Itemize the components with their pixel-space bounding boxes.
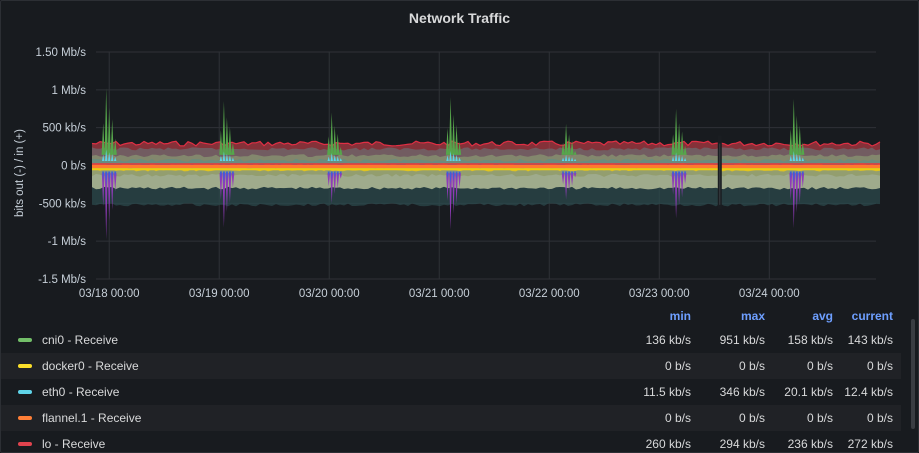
spike-in-cni0 xyxy=(228,126,232,155)
series-color-swatch[interactable] xyxy=(18,364,32,368)
chart-bands xyxy=(91,135,881,209)
y-tick-label: 0 b/s xyxy=(61,161,86,173)
series-name[interactable]: lo - Receive xyxy=(42,437,105,451)
series-min-value: 0 b/s xyxy=(664,411,691,425)
legend-table: min max avg current cni0 - Receive 136 kb… xyxy=(1,301,918,452)
legend-header-max[interactable]: max xyxy=(690,309,765,323)
x-tick-label: 03/21 00:00 xyxy=(409,288,470,300)
legend-row[interactable]: cni0 - Receive 136 kb/s 951 kb/s 158 kb/s 14… xyxy=(1,327,901,353)
x-tick-label: 03/22 00:00 xyxy=(519,288,580,300)
spike-in-cni0 xyxy=(445,128,450,155)
legend-header-current[interactable]: current xyxy=(818,309,893,323)
x-tick-label: 03/20 00:00 xyxy=(299,288,360,300)
legend-row[interactable]: flannel.1 - Receive 0 b/s 0 b/s 0 b/s 0 b/s xyxy=(1,405,901,431)
x-tick-label: 03/24 00:00 xyxy=(739,288,800,300)
legend-row[interactable]: eth0 - Receive 11.5 kb/s 346 kb/s 20.1 kb/s… xyxy=(1,379,901,405)
y-axis-ticks: 1.50 Mb/s 1 Mb/s 500 kb/s 0 b/s -500 kb/s -1 … xyxy=(36,47,87,286)
series-max-value: 0 b/s xyxy=(738,359,765,373)
y-tick-label: -1 Mb/s xyxy=(48,236,87,248)
series-color-swatch[interactable] xyxy=(18,416,32,420)
spike-in-cni0 xyxy=(674,108,678,155)
series-color-swatch[interactable] xyxy=(18,338,32,342)
spike-in-cni0 xyxy=(789,128,793,155)
network-traffic-panel: Network Traffic 1.50 Mb/s 1 Mb/s 500 kb/s 0… xyxy=(0,0,919,453)
series-max-value: 951 kb/s xyxy=(719,333,765,347)
spike-in-cni0 xyxy=(110,119,114,155)
y-tick-label: 500 kb/s xyxy=(43,123,87,135)
series-min-value: 11.5 kb/s xyxy=(643,385,691,399)
series-current-value: 0 b/s xyxy=(866,359,893,373)
x-axis-ticks: 03/18 00:00 03/19 00:00 03/20 00:00 03/21 0… xyxy=(79,288,800,300)
series-max-value: 294 kb/s xyxy=(719,437,765,451)
series-current-value: 12.4 kb/s xyxy=(844,385,893,399)
series-min-value: 0 b/s xyxy=(664,359,691,373)
series-name[interactable]: docker0 - Receive xyxy=(42,359,139,373)
spike-in-cni0 xyxy=(333,125,337,155)
legend-row[interactable]: docker0 - Receive 0 b/s 0 b/s 0 b/s 0 b/s xyxy=(1,353,901,379)
spike-in-cni0 xyxy=(564,123,568,155)
spike-in-cni0 xyxy=(795,115,799,155)
y-tick-label: 1 Mb/s xyxy=(51,85,86,97)
series-name[interactable]: cni0 - Receive xyxy=(42,333,118,347)
chart-canvas[interactable]: 1.50 Mb/s 1 Mb/s 500 kb/s 0 b/s -500 kb/s -1 … xyxy=(1,1,918,301)
spike-in-cni0 xyxy=(792,98,796,155)
series-name[interactable]: eth0 - Receive xyxy=(42,385,119,399)
y-tick-label: -500 kb/s xyxy=(39,198,87,210)
series-current-value: 0 b/s xyxy=(866,411,893,425)
series-color-swatch[interactable] xyxy=(18,390,32,394)
series-max-value: 346 kb/s xyxy=(719,385,765,399)
x-tick-label: 03/19 00:00 xyxy=(189,288,250,300)
spike-in-cni0 xyxy=(107,107,111,155)
spike-in-cni0 xyxy=(104,88,108,155)
series-color-swatch[interactable] xyxy=(18,442,32,446)
legend-header-min[interactable]: min xyxy=(616,309,691,323)
series-name[interactable]: flannel.1 - Receive xyxy=(42,411,141,425)
spike-in-cni0 xyxy=(330,112,334,155)
spike-in-cni0 xyxy=(454,124,459,155)
series-current-value: 143 kb/s xyxy=(847,333,893,347)
x-tick-label: 03/18 00:00 xyxy=(79,288,140,300)
series-min-value: 260 kb/s xyxy=(645,437,691,451)
spike-in-cni0 xyxy=(451,114,456,155)
series-current-value: 272 kb/s xyxy=(847,437,893,451)
y-tick-label: -1.5 Mb/s xyxy=(38,274,86,286)
y-tick-label: 1.50 Mb/s xyxy=(36,47,87,59)
series-min-value: 136 kb/s xyxy=(645,333,691,347)
y-axis-label: bits out (-) / in (+) xyxy=(14,129,26,217)
legend-row[interactable]: lo - Receive 260 kb/s 294 kb/s 236 kb/s 272 … xyxy=(1,431,901,452)
spike-in-cni0 xyxy=(225,117,229,155)
legend-scrollbar[interactable] xyxy=(911,319,915,429)
x-tick-label: 03/23 00:00 xyxy=(629,288,690,300)
series-max-value: 0 b/s xyxy=(738,411,765,425)
spike-in-cni0 xyxy=(448,97,453,155)
spike-in-cni0 xyxy=(798,125,802,155)
